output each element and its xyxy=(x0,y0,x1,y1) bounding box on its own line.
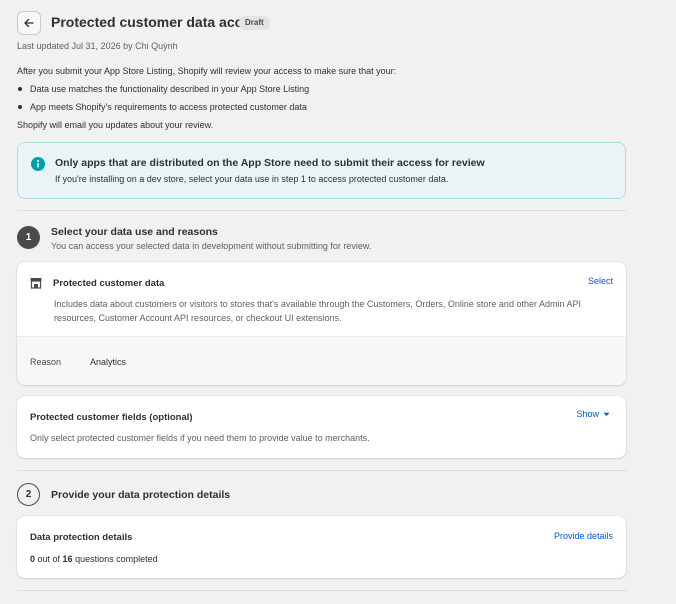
last-updated-text: Last updated Jul 31, 2026 by Chi Quỳnh xyxy=(17,41,178,51)
section-divider xyxy=(17,470,626,471)
data-protection-title: Data protection details xyxy=(30,532,133,543)
select-link[interactable]: Select xyxy=(588,276,613,286)
step-1-title: Select your data use and reasons xyxy=(51,226,218,238)
info-circle-icon xyxy=(31,157,45,171)
list-item: App meets Shopify's requirements to acce… xyxy=(18,102,307,112)
store-icon xyxy=(30,278,42,289)
info-banner: Only apps that are distributed on the Ap… xyxy=(17,142,626,199)
caret-down-icon xyxy=(603,412,610,416)
banner-title: Only apps that are distributed on the Ap… xyxy=(55,157,485,169)
banner-subtitle: If you're installing on a dev store, sel… xyxy=(55,174,449,184)
show-link[interactable]: Show xyxy=(576,409,599,419)
data-protection-card: Data protection details Provide details … xyxy=(17,516,626,578)
bullet-text: Data use matches the functionality descr… xyxy=(30,84,310,94)
protected-fields-description: Only select protected customer fields if… xyxy=(30,433,370,443)
protected-data-description-line2: resources, Customer Account API resource… xyxy=(54,313,342,323)
out-of-text: out of xyxy=(35,554,63,564)
progress-suffix: questions completed xyxy=(72,554,158,564)
questions-progress: 0 out of 16 questions completed xyxy=(30,554,158,564)
step-1-indicator: 1 xyxy=(17,226,40,249)
bullet-dot xyxy=(18,105,22,109)
bullet-text: App meets Shopify's requirements to acce… xyxy=(30,102,307,112)
status-badge: Draft xyxy=(239,16,270,30)
arrow-left-icon xyxy=(24,18,34,28)
step-2-title: Provide your data protection details xyxy=(51,489,231,501)
protected-fields-card: Protected customer fields (optional) Sho… xyxy=(17,396,626,458)
show-toggle[interactable]: Show xyxy=(576,409,610,419)
total-count: 16 xyxy=(62,554,73,564)
protected-data-card: Protected customer data Select Includes … xyxy=(17,262,626,385)
step-2-indicator: 2 xyxy=(17,483,40,506)
reason-label: Reason xyxy=(30,357,62,367)
page-title: Protected customer data access xyxy=(51,14,266,30)
reason-value: Analytics xyxy=(90,357,127,367)
list-item: Data use matches the functionality descr… xyxy=(18,84,309,94)
back-button[interactable] xyxy=(17,11,41,35)
intro-text: After you submit your App Store Listing,… xyxy=(17,66,397,76)
email-note: Shopify will email you updates about you… xyxy=(17,120,214,130)
section-divider xyxy=(17,210,626,211)
step-1-subtitle: You can access your selected data in dev… xyxy=(51,241,372,251)
protected-data-title: Protected customer data xyxy=(53,278,165,289)
protected-fields-title: Protected customer fields (optional) xyxy=(30,412,193,423)
protected-data-description-line1: Includes data about customers or visitor… xyxy=(54,299,581,309)
section-divider xyxy=(17,590,626,591)
provide-details-link[interactable]: Provide details xyxy=(554,531,613,541)
bullet-dot xyxy=(18,87,22,91)
